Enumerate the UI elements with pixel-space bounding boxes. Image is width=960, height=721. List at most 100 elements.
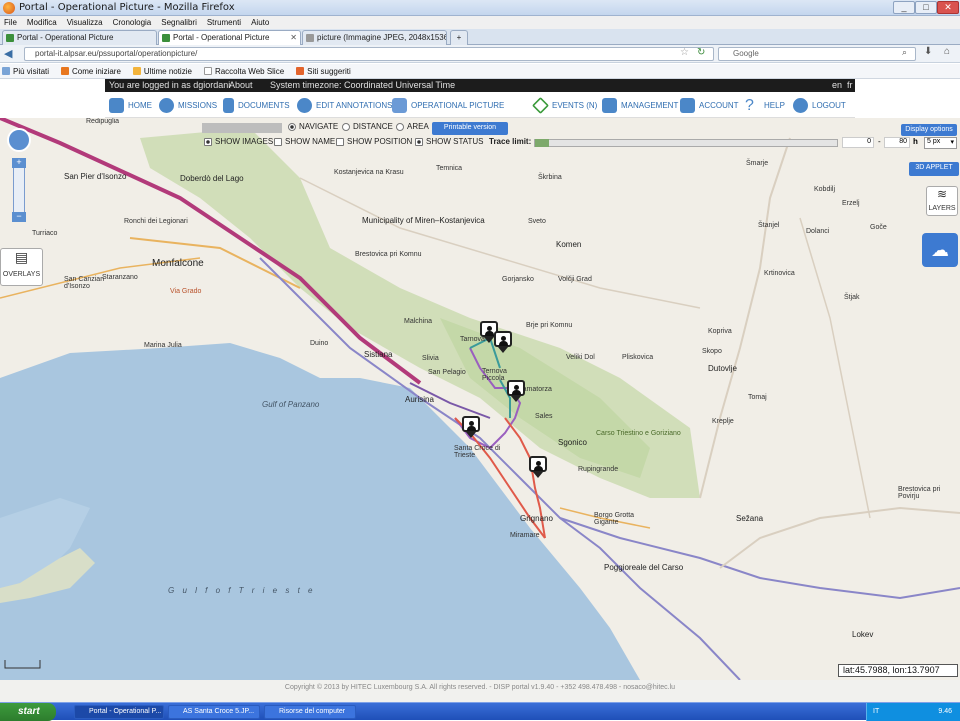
search-input[interactable]: Google: [718, 47, 916, 61]
search-placeholder: Google: [733, 49, 759, 58]
task-computer[interactable]: Risorse del computer: [264, 705, 356, 719]
search-icon[interactable]: ⌕: [902, 47, 907, 58]
clock[interactable]: 9.46: [938, 708, 952, 715]
show-name-checkbox[interactable]: SHOW NAME: [274, 137, 335, 146]
map-label: Sveto: [528, 218, 546, 225]
tab-portal-1[interactable]: Portal - Operational Picture: [2, 30, 157, 45]
nav-home[interactable]: HOME: [109, 96, 152, 114]
unit-marker[interactable]: [494, 331, 512, 353]
unit-marker[interactable]: [507, 380, 525, 402]
trace-limit-handle[interactable]: [535, 139, 549, 147]
map-view[interactable]: Redipuglia San Pier d'Isonzo Doberdò del…: [0, 118, 960, 680]
unit-marker[interactable]: [462, 416, 480, 438]
hierarchy-icon: [602, 97, 617, 113]
overlays-button[interactable]: ▤ OVERLAYS: [0, 248, 43, 286]
trace-limit-slider[interactable]: [534, 139, 838, 147]
portal-footer: Copyright © 2013 by HITEC Luxembourg S.A…: [0, 680, 960, 702]
task-portal[interactable]: Portal - Operational P...: [74, 705, 164, 719]
printable-label: Printable version: [443, 124, 497, 131]
url-bar[interactable]: portal-it.alpsar.eu/pssuportal/operation…: [24, 47, 714, 61]
nav-help[interactable]: ? HELP: [745, 96, 785, 114]
bookmark-come-iniziare[interactable]: Come iniziare: [61, 67, 121, 76]
maximize-button[interactable]: □: [915, 1, 937, 14]
map-label: Veliki Dol: [566, 354, 595, 361]
close-button[interactable]: ✕: [937, 1, 959, 14]
checkbox-icon: [415, 137, 423, 146]
area-radio[interactable]: AREA: [396, 122, 429, 131]
bookmark-piu-visitati[interactable]: Più visitati: [2, 67, 49, 76]
nav-edit-annotations[interactable]: EDIT ANNOTATIONS: [297, 96, 392, 114]
distance-radio[interactable]: DISTANCE: [342, 122, 393, 131]
map-label: Škrbina: [538, 174, 562, 181]
nav-operational-picture[interactable]: OPERATIONAL PICTURE: [392, 96, 504, 114]
cloud-upload-icon[interactable]: ☁: [922, 233, 958, 267]
nav-events[interactable]: EVENTS (N): [532, 96, 597, 114]
show-status-checkbox[interactable]: SHOW STATUS: [415, 137, 483, 146]
zoom-in-button[interactable]: +: [12, 158, 26, 168]
map-label: G u l f o f T r i e s t e: [168, 586, 316, 595]
map-label: Tomaj: [748, 394, 767, 401]
map-label: San Pelagio: [428, 369, 466, 376]
tab-portal-2[interactable]: Portal - Operational Picture ✕: [158, 30, 301, 45]
start-button[interactable]: start: [0, 703, 56, 721]
overlays-label: OVERLAYS: [2, 271, 41, 278]
map-label: Sgonico: [558, 438, 587, 447]
navigate-radio[interactable]: NAVIGATE: [288, 122, 338, 131]
about-link[interactable]: About: [229, 79, 253, 92]
show-position-checkbox[interactable]: SHOW POSITION: [336, 137, 412, 146]
printable-version-button[interactable]: Printable version: [432, 122, 508, 135]
trace-from-input[interactable]: 0: [842, 137, 874, 148]
show-images-checkbox[interactable]: SHOW IMAGES: [204, 137, 273, 146]
back-arrow-icon[interactable]: ◀: [4, 47, 12, 60]
zoom-out-button[interactable]: −: [12, 212, 26, 222]
menu-strumenti[interactable]: Strumenti: [207, 18, 241, 27]
map-label: Aurisina: [405, 395, 434, 404]
menu-file[interactable]: File: [4, 18, 17, 27]
nav-account[interactable]: ACCOUNT: [680, 96, 739, 114]
trace-width-select[interactable]: 5 px ▾: [924, 137, 957, 149]
nav-missions[interactable]: MISSIONS: [159, 96, 217, 114]
nav-management[interactable]: MANAGEMENT: [602, 96, 678, 114]
tab-picture[interactable]: picture (Immagine JPEG, 2048x1536 pixe..…: [302, 30, 447, 45]
language-en[interactable]: en: [832, 79, 842, 92]
nav-logout[interactable]: LOGOUT: [793, 96, 846, 114]
3d-applet-button[interactable]: 3D APPLET: [909, 162, 959, 176]
menu-segnalibri[interactable]: Segnalibri: [161, 18, 197, 27]
map-label: Skopo: [702, 348, 722, 355]
task-label: Risorse del computer: [279, 708, 346, 715]
menu-aiuto[interactable]: Aiuto: [251, 18, 269, 27]
bookmark-siti-suggeriti[interactable]: Siti suggeriti: [296, 67, 351, 76]
reload-icon[interactable]: ↻: [697, 47, 705, 58]
map-label: Carso Triestino e Goriziano: [596, 430, 681, 437]
bookmark-ultime-notizie[interactable]: Ultime notizie: [132, 67, 192, 76]
new-tab-button[interactable]: +: [450, 30, 468, 45]
map-label: Municipality of Miren–Kostanjevica: [362, 216, 485, 225]
pan-control[interactable]: [7, 128, 31, 152]
trace-to-input[interactable]: 80: [884, 137, 910, 148]
footer-text: Copyright © 2013 by HITEC Luxembourg S.A…: [284, 684, 676, 691]
layers-button[interactable]: ≋ LAYERS: [926, 186, 958, 216]
language-fr[interactable]: fr: [847, 79, 853, 92]
radio-icon: [396, 122, 404, 131]
task-label: Portal - Operational P...: [89, 708, 162, 715]
unit-marker[interactable]: [529, 456, 547, 478]
bookmark-raccolta[interactable]: Raccolta Web Slice: [203, 66, 285, 76]
task-image[interactable]: AS Santa Croce 5.JP...: [168, 705, 260, 719]
map-label: Brestovica pri Komnu: [355, 251, 422, 258]
star-icon[interactable]: ☆: [680, 47, 689, 58]
home-icon[interactable]: ⌂: [944, 46, 950, 57]
menu-modifica[interactable]: Modifica: [27, 18, 57, 27]
menu-cronologia[interactable]: Cronologia: [113, 18, 152, 27]
tab-bar: Portal - Operational Picture Portal - Op…: [0, 29, 960, 45]
minimize-button[interactable]: _: [893, 1, 915, 14]
menu-visualizza[interactable]: Visualizza: [67, 18, 103, 27]
download-icon[interactable]: ⬇: [924, 46, 932, 57]
url-text: portal-it.alpsar.eu/pssuportal/operation…: [35, 49, 198, 58]
language-indicator[interactable]: IT: [873, 703, 879, 721]
bookmark-label: Raccolta Web Slice: [214, 66, 285, 76]
firefox-icon: [3, 1, 15, 14]
area-label: AREA: [407, 122, 429, 131]
nav-documents[interactable]: DOCUMENTS: [223, 96, 290, 114]
bookmark-icon: [2, 67, 10, 75]
close-tab-icon[interactable]: ✕: [290, 31, 297, 44]
